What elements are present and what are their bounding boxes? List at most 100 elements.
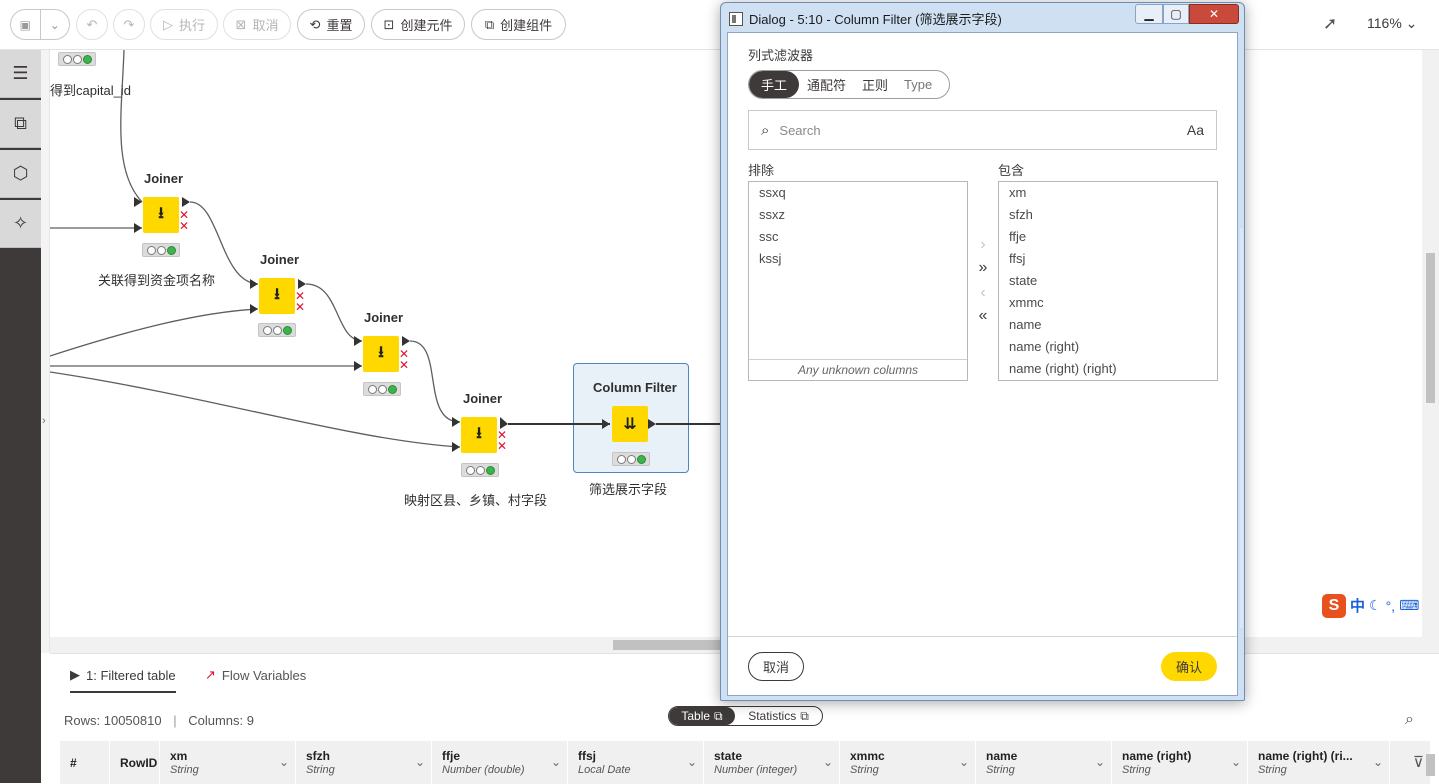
table-statistics-toggle[interactable]: Table ⧉ Statistics ⧉ <box>668 706 823 726</box>
chevron-down-icon[interactable]: ⌄ <box>1231 755 1241 769</box>
move-left-button[interactable]: ‹ <box>975 284 991 302</box>
column-header[interactable]: xmmc String ⌄ <box>840 741 976 784</box>
joiner-node[interactable]: ⭳ <box>461 417 497 453</box>
ime-language[interactable]: 中 <box>1350 595 1365 616</box>
column-list-item[interactable]: xm <box>999 182 1217 204</box>
column-header[interactable]: ffsj Local Date ⌄ <box>568 741 704 784</box>
column-list-item[interactable]: name (right) <box>999 336 1217 358</box>
move-all-left-button[interactable]: « <box>975 307 991 325</box>
node-status-indicator <box>142 243 180 257</box>
column-header[interactable]: name (right) (ri... String ⌄ <box>1248 741 1390 784</box>
column-list-item[interactable]: ssxq <box>749 182 967 204</box>
canvas-vertical-scrollbar[interactable] <box>1422 50 1439 637</box>
column-search[interactable]: ⌕ Aa <box>748 110 1217 150</box>
column-list-item[interactable]: state <box>999 270 1217 292</box>
search-input[interactable] <box>779 122 1187 138</box>
search-icon[interactable]: ⌕ <box>1405 711 1414 729</box>
pointer-mode-icon[interactable]: ➚ <box>1323 14 1337 34</box>
joiner-node[interactable]: ⭳ <box>259 278 295 314</box>
column-header-name: state <box>714 749 743 763</box>
included-columns-list[interactable]: xm sfzh ffje ffsj state xmmc name name (right) n… <box>998 181 1218 381</box>
column-header[interactable]: name (right) String ⌄ <box>1112 741 1248 784</box>
node-status-indicator <box>258 323 296 337</box>
punctuation-icon[interactable]: °, <box>1386 598 1396 614</box>
create-component-button[interactable]: ⧉ 创建组件 <box>471 9 566 40</box>
zoom-select[interactable]: 116% ⌄ <box>1367 15 1417 32</box>
dialog-ok-button[interactable]: 确认 <box>1161 652 1217 681</box>
move-all-right-button[interactable]: » <box>975 259 991 277</box>
mode-type[interactable]: Type <box>896 71 940 98</box>
column-header[interactable]: name String ⌄ <box>976 741 1112 784</box>
excluded-columns-list[interactable]: ssxq ssxz ssc kssj Any unknown columns <box>748 181 968 381</box>
scrollbar-thumb[interactable] <box>1426 754 1435 776</box>
tab-flow-variables[interactable]: ↗ Flow Variables <box>205 667 306 683</box>
column-list-item[interactable]: xmmc <box>999 292 1217 314</box>
dialog-cancel-button[interactable]: 取消 <box>748 652 804 681</box>
joiner-node[interactable]: ⭳ <box>143 197 179 233</box>
seg-statistics-label: Statistics <box>748 709 797 723</box>
ai-assistant-rail-button[interactable]: ✧ <box>0 200 41 248</box>
column-list-item[interactable]: name (right) (right) <box>999 358 1217 380</box>
rail-collapse-handle[interactable]: › <box>41 50 50 653</box>
column-list-item[interactable]: sfzh <box>999 204 1217 226</box>
column-filter-node[interactable]: ⇊ <box>612 406 648 442</box>
chevron-down-icon[interactable]: ⌄ <box>41 10 70 39</box>
description-rail-button[interactable]: ☰ <box>0 50 41 98</box>
moon-icon[interactable]: ☾ <box>1369 597 1382 614</box>
close-button[interactable]: ✕ <box>1189 4 1239 24</box>
chevron-down-icon[interactable]: ⌄ <box>959 755 969 769</box>
column-header[interactable]: state Number (integer) ⌄ <box>704 741 840 784</box>
space-explorer-rail-button[interactable]: ⬡ <box>0 150 41 198</box>
create-metanode-button[interactable]: ⊡ 创建元件 <box>371 9 465 40</box>
chevron-down-icon[interactable]: ⌄ <box>415 755 425 769</box>
column-header[interactable]: # <box>60 741 110 784</box>
filter-mode-switch[interactable]: 手工 通配符 正则 Type <box>748 70 950 99</box>
tab-filtered-table[interactable]: ▶ 1: Filtered table <box>70 667 176 693</box>
save-split-button[interactable]: ▣ ⌄ <box>10 9 70 40</box>
table-vertical-scrollbar[interactable] <box>1422 694 1439 784</box>
dialog-footer: 取消 确认 <box>728 636 1237 695</box>
column-list-item[interactable]: kssj <box>749 248 967 270</box>
ime-toolbar[interactable]: S 中 ☾ °, ⌨ <box>1322 593 1419 618</box>
scrollbar-thumb[interactable] <box>1426 253 1435 403</box>
mode-regex[interactable]: 正则 <box>854 71 896 98</box>
column-header-type: Local Date <box>578 764 631 776</box>
mode-manual[interactable]: 手工 <box>749 71 800 98</box>
output-port <box>298 279 306 289</box>
column-header[interactable]: xm String ⌄ <box>160 741 296 784</box>
chevron-down-icon[interactable]: ⌄ <box>551 755 561 769</box>
seg-table[interactable]: Table ⧉ <box>669 707 735 725</box>
move-right-button[interactable]: › <box>975 236 991 254</box>
chevron-down-icon[interactable]: ⌄ <box>823 755 833 769</box>
reset-button[interactable]: ⟲ 重置 <box>297 9 365 40</box>
mode-wildcard[interactable]: 通配符 <box>799 71 854 98</box>
column-list-item[interactable]: ffje <box>999 226 1217 248</box>
joiner-node[interactable]: ⭳ <box>363 336 399 372</box>
case-sensitive-toggle[interactable]: Aa <box>1187 122 1204 138</box>
minimize-button[interactable]: ▁ <box>1135 4 1163 24</box>
chevron-down-icon[interactable]: ⌄ <box>279 755 289 769</box>
execute-button[interactable]: ▷ 执行 <box>150 9 218 40</box>
chevron-down-icon[interactable]: ⌄ <box>687 755 697 769</box>
node-repository-rail-button[interactable]: ⧉ <box>0 100 41 148</box>
column-list-item[interactable]: ssc <box>749 226 967 248</box>
chevron-down-icon[interactable]: ⌄ <box>1095 755 1105 769</box>
undo-button[interactable]: ↶ <box>76 9 108 40</box>
column-header[interactable]: ffje Number (double) ⌄ <box>432 741 568 784</box>
maximize-button[interactable]: ▢ <box>1163 4 1189 24</box>
keyboard-icon[interactable]: ⌨ <box>1399 597 1419 614</box>
chevron-right-icon: › <box>980 236 986 253</box>
column-list-item[interactable]: ffsj <box>999 248 1217 270</box>
column-header[interactable]: RowID <box>110 741 160 784</box>
chevron-down-icon[interactable]: ⌄ <box>1373 755 1383 769</box>
column-list-item[interactable]: ssxz <box>749 204 967 226</box>
play-icon: ▶ <box>70 667 80 682</box>
seg-statistics[interactable]: Statistics ⧉ <box>735 707 822 725</box>
save-icon[interactable]: ▣ <box>11 10 41 39</box>
cancel-button[interactable]: ⊠ 取消 <box>223 9 291 40</box>
column-header[interactable]: sfzh String ⌄ <box>296 741 432 784</box>
column-list-item[interactable]: name <box>999 314 1217 336</box>
redo-button[interactable]: ↷ <box>113 9 145 40</box>
component-icon: ⧉ <box>484 16 495 32</box>
column-header-name: name <box>986 749 1018 763</box>
